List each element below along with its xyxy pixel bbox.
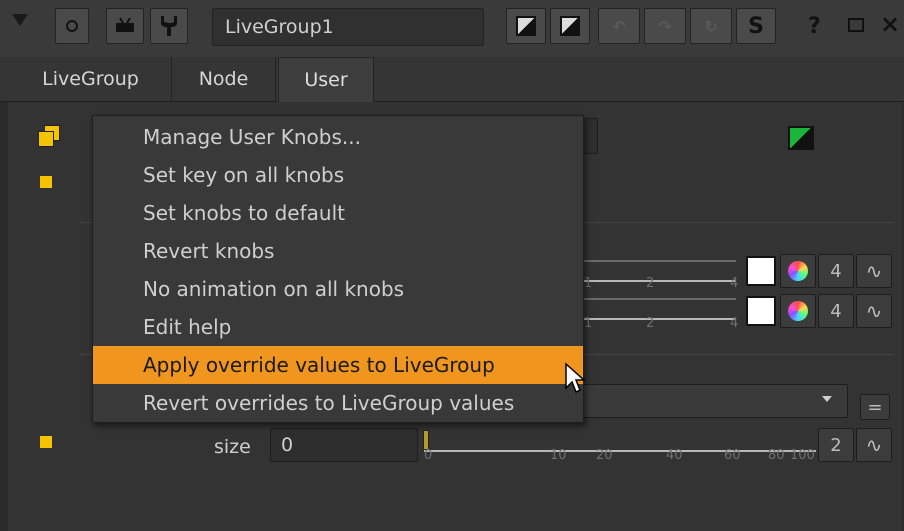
tick-label: 4 [730, 316, 739, 331]
viewer-icon [116, 17, 134, 32]
menu-item-edit-help[interactable]: Edit help [93, 308, 583, 346]
menu-item-set-default[interactable]: Set knobs to default [93, 194, 583, 232]
curve-icon: ∿ [865, 433, 883, 457]
animation-curve-button[interactable]: ∿ [856, 428, 892, 462]
tick-label: 1 [584, 276, 593, 291]
curve-icon: ∿ [865, 259, 883, 283]
context-menu: Manage User Knobs... Set key on all knob… [92, 115, 584, 423]
input-viewer-button[interactable] [106, 8, 144, 44]
chevron-down-icon [822, 396, 832, 402]
node-name-field[interactable]: LiveGroup1 [212, 8, 484, 46]
wrench-icon [161, 16, 177, 36]
menu-item-apply-override[interactable]: Apply override values to LiveGroup [93, 346, 583, 384]
target-icon [66, 20, 78, 32]
mouse-cursor-icon [565, 362, 586, 394]
tick-label: 60 [724, 448, 741, 463]
color-wheel-icon [788, 261, 808, 281]
center-node-button[interactable] [55, 8, 89, 44]
redo-icon: ↷ [658, 16, 672, 36]
menu-item-revert-knobs[interactable]: Revert knobs [93, 232, 583, 270]
pulldown-menu[interactable] [570, 384, 848, 418]
menu-item-revert-overrides[interactable]: Revert overrides to LiveGroup values [93, 384, 583, 422]
menu-item-no-animation[interactable]: No animation on all knobs [93, 270, 583, 308]
tick-label: 2 [646, 316, 655, 331]
help-button[interactable]: ? [808, 14, 821, 39]
tick-label: 100 [790, 448, 815, 463]
close-icon[interactable]: × [880, 10, 900, 38]
color-swatch-button-2[interactable] [550, 8, 590, 44]
menu-item-set-key[interactable]: Set key on all knobs [93, 156, 583, 194]
color-slider-track[interactable] [584, 260, 736, 282]
white-swatch-button[interactable] [746, 296, 776, 326]
color-wheel-button[interactable] [780, 294, 816, 328]
revert-icon: ↻ [704, 16, 718, 36]
half-swatch-icon [560, 16, 580, 36]
tick-label: 1 [584, 316, 593, 331]
tick-label: 80 [768, 448, 785, 463]
size-label: size [214, 436, 251, 458]
half-swatch-icon [516, 16, 536, 36]
tab-livegroup[interactable]: LiveGroup [10, 57, 172, 102]
float-panel-icon[interactable] [848, 18, 864, 32]
tick-label: 4 [730, 276, 739, 291]
collapse-arrow-icon[interactable] [12, 14, 28, 26]
tab-node[interactable]: Node [172, 57, 276, 102]
curve-icon: ∿ [865, 299, 883, 323]
redo-button[interactable]: ↷ [644, 8, 686, 44]
tick-label: 40 [666, 448, 683, 463]
tab-user[interactable]: User [278, 57, 374, 103]
size-slider-track[interactable] [424, 430, 816, 452]
copy-knobs-icon[interactable] [38, 125, 60, 147]
white-swatch-button[interactable] [746, 256, 776, 286]
color-slider-track[interactable] [584, 298, 736, 320]
color-chip-button[interactable] [788, 126, 814, 150]
tick-label: 2 [646, 276, 655, 291]
tick-label: 20 [596, 448, 613, 463]
size-input[interactable]: 0 [270, 428, 418, 462]
color-wheel-button[interactable] [780, 254, 816, 288]
animation-curve-button[interactable]: ∿ [856, 294, 892, 328]
knob-indicator [40, 436, 52, 448]
color-swatch-button-1[interactable] [506, 8, 546, 44]
wrench-button[interactable] [150, 8, 188, 44]
tick-label: 0 [424, 448, 433, 463]
equals-button[interactable]: = [860, 394, 890, 420]
revert-button[interactable]: ↻ [690, 8, 732, 44]
menu-item-manage-user-knobs[interactable]: Manage User Knobs... [93, 118, 583, 156]
knob-indicator [40, 176, 52, 188]
color-wheel-icon [788, 301, 808, 321]
animation-curve-button[interactable]: ∿ [856, 254, 892, 288]
tick-label: 10 [550, 448, 567, 463]
channels-button[interactable]: 4 [818, 254, 854, 288]
undo-button[interactable]: ↶ [598, 8, 640, 44]
undo-icon: ↶ [612, 16, 626, 36]
channels-button[interactable]: 2 [818, 428, 854, 462]
channels-button[interactable]: 4 [818, 294, 854, 328]
slider-handle[interactable] [423, 430, 429, 450]
s-button[interactable]: S [736, 8, 776, 44]
